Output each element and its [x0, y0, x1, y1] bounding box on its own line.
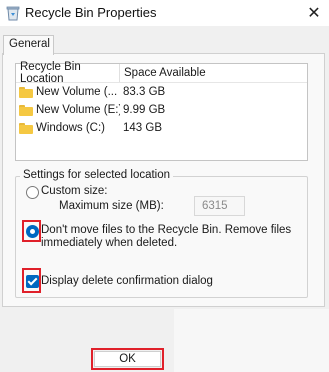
location-name: Windows (C:) — [36, 122, 106, 134]
location-cell: Windows (C:) — [16, 122, 120, 134]
recycle-bin-icon — [6, 6, 20, 21]
list-header: Recycle Bin Location Space Available — [16, 61, 307, 85]
space-available: 9.99 GB — [123, 104, 166, 116]
column-header-location[interactable]: Recycle Bin Location — [16, 61, 120, 85]
list-item[interactable]: New Volume (... 83.3 GB — [16, 83, 307, 101]
confirm-label[interactable]: Display delete confirmation dialog — [41, 275, 213, 287]
column-header-space[interactable]: Space Available — [120, 64, 206, 82]
window-title: Recycle Bin Properties — [25, 5, 157, 20]
custom-size-label[interactable]: Custom size: — [41, 185, 107, 197]
list-item[interactable]: Windows (C:) 143 GB — [16, 119, 307, 137]
folder-icon — [19, 122, 33, 134]
space-available: 143 GB — [123, 122, 162, 134]
footer-area — [174, 309, 329, 372]
custom-size-radio[interactable] — [26, 186, 39, 199]
max-size-label: Maximum size (MB): — [59, 200, 164, 212]
recycle-bin-location-list[interactable]: Recycle Bin Location Space Available New… — [15, 61, 308, 161]
highlight-box — [91, 348, 164, 370]
space-available: 83.3 GB — [123, 86, 166, 98]
close-icon: ✕ — [307, 5, 321, 22]
highlight-box — [22, 220, 41, 242]
location-name: New Volume (E:) — [36, 104, 120, 116]
location-cell: New Volume (... — [16, 86, 120, 98]
title-bar: Recycle Bin Properties ✕ — [0, 0, 329, 26]
folder-icon — [19, 86, 33, 98]
location-name: New Volume (... — [36, 86, 118, 98]
dont-move-label[interactable]: Don't move files to the Recycle Bin. Rem… — [41, 224, 303, 250]
max-size-input[interactable]: 6315 — [194, 196, 245, 216]
close-button[interactable]: ✕ — [299, 0, 329, 26]
folder-icon — [19, 104, 33, 116]
tab-general[interactable]: General — [3, 35, 54, 55]
list-item[interactable]: New Volume (E:) 9.99 GB — [16, 101, 307, 119]
location-cell: New Volume (E:) — [16, 104, 120, 116]
settings-group-label: Settings for selected location — [20, 169, 174, 181]
highlight-box — [22, 268, 41, 293]
